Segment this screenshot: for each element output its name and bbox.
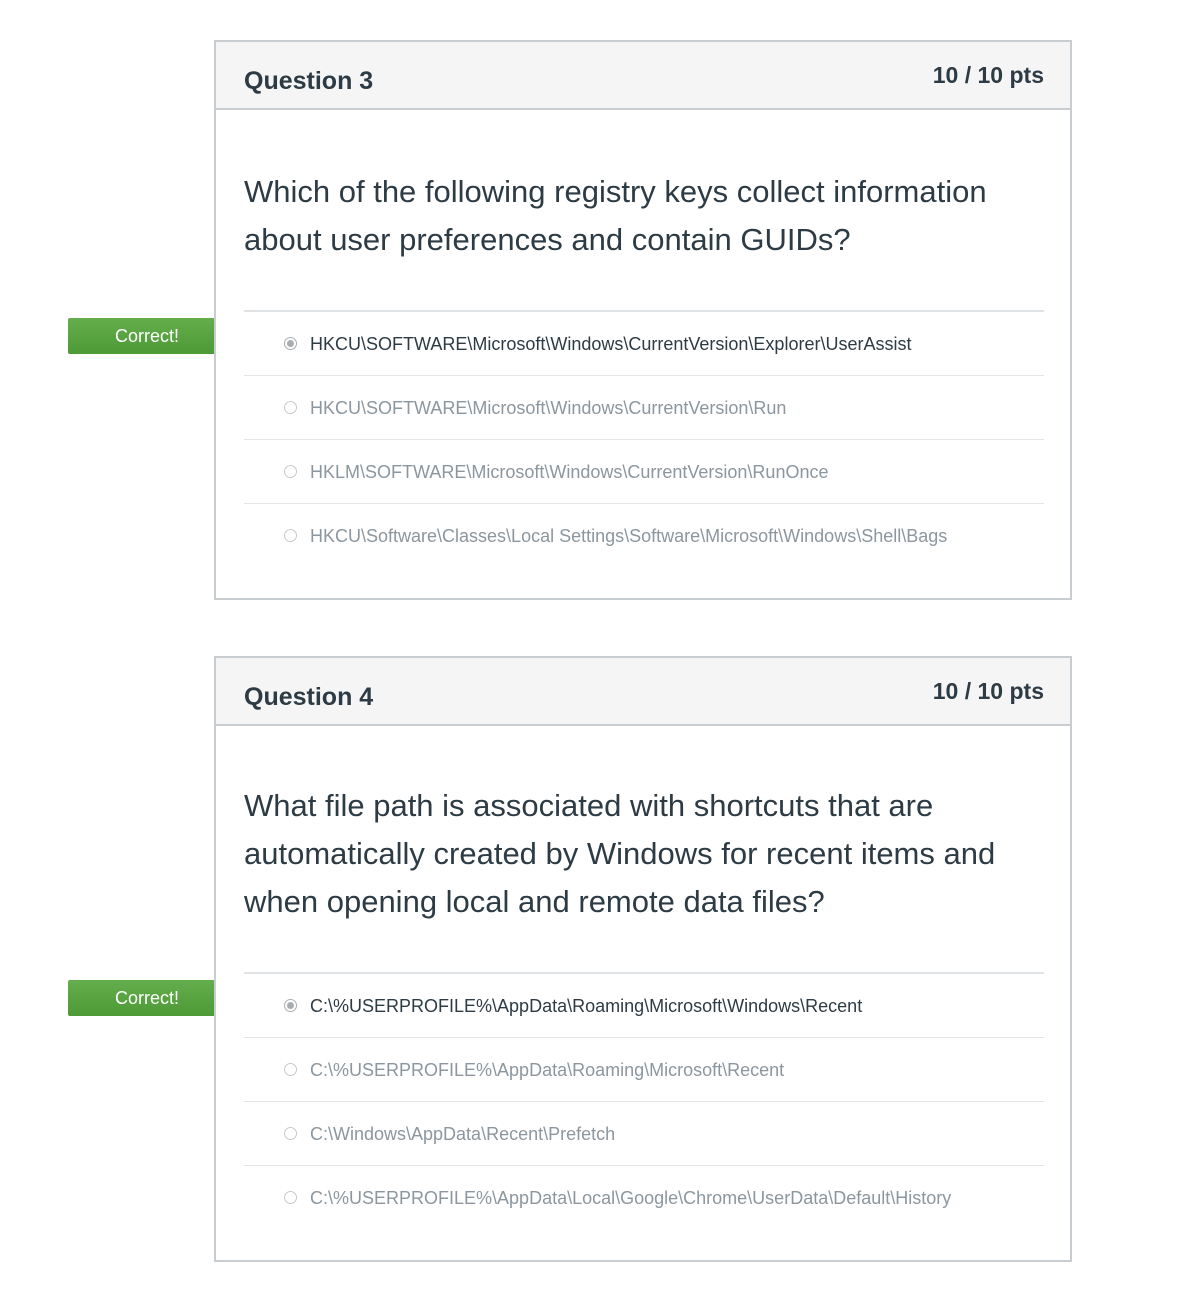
correct-answer-flag: Correct!: [68, 980, 234, 1016]
question-title: Question 3: [244, 67, 374, 95]
radio-empty-icon: [284, 1191, 297, 1204]
quiz-results-page: Correct! Question 3 10 / 10 pts Which of…: [0, 0, 1178, 1296]
question-card: Question 3 10 / 10 pts Which of the foll…: [214, 40, 1072, 600]
answer-label: HKCU\SOFTWARE\Microsoft\Windows\CurrentV…: [310, 334, 912, 354]
question-card: Question 4 10 / 10 pts What file path is…: [214, 656, 1072, 1262]
correct-answer-flag: Correct!: [68, 318, 234, 354]
answer-option: C:\%USERPROFILE%\AppData\Roaming\Microso…: [244, 974, 1044, 1038]
answer-list: C:\%USERPROFILE%\AppData\Roaming\Microso…: [244, 972, 1044, 1230]
question-points: 10 / 10 pts: [932, 62, 1044, 88]
answer-list: HKCU\SOFTWARE\Microsoft\Windows\CurrentV…: [244, 310, 1044, 568]
radio-empty-icon: [284, 1063, 297, 1076]
radio-empty-icon: [284, 465, 297, 478]
correct-flag-label: Correct!: [114, 988, 179, 1008]
radio-selected-icon: [284, 337, 297, 350]
answer-option: HKLM\SOFTWARE\Microsoft\Windows\CurrentV…: [244, 440, 1044, 504]
radio-selected-icon: [284, 999, 297, 1012]
answer-option: C:\%USERPROFILE%\AppData\Roaming\Microso…: [244, 1038, 1044, 1102]
radio-empty-icon: [284, 1127, 297, 1140]
answer-option: C:\%USERPROFILE%\AppData\Local\Google\Ch…: [244, 1166, 1044, 1230]
question-header: Question 3 10 / 10 pts: [216, 42, 1070, 110]
answer-label: HKLM\SOFTWARE\Microsoft\Windows\CurrentV…: [310, 462, 829, 482]
answer-label: C:\%USERPROFILE%\AppData\Roaming\Microso…: [310, 1060, 785, 1080]
answer-option: HKCU\SOFTWARE\Microsoft\Windows\CurrentV…: [244, 312, 1044, 376]
question-text: Which of the following registry keys col…: [244, 174, 987, 257]
answer-label: C:\%USERPROFILE%\AppData\Roaming\Microso…: [310, 996, 863, 1016]
question-text: What file path is associated with shortc…: [244, 788, 996, 919]
answer-option: HKCU\SOFTWARE\Microsoft\Windows\CurrentV…: [244, 376, 1044, 440]
answer-label: HKCU\Software\Classes\Local Settings\Sof…: [310, 526, 948, 546]
radio-empty-icon: [284, 529, 297, 542]
answer-label: HKCU\SOFTWARE\Microsoft\Windows\CurrentV…: [310, 398, 787, 418]
radio-empty-icon: [284, 401, 297, 414]
answer-label: C:\%USERPROFILE%\AppData\Local\Google\Ch…: [310, 1188, 952, 1208]
question-points: 10 / 10 pts: [932, 678, 1044, 704]
answer-label: C:\Windows\AppData\Recent\Prefetch: [310, 1124, 616, 1144]
answer-option: C:\Windows\AppData\Recent\Prefetch: [244, 1102, 1044, 1166]
question-title: Question 4: [244, 683, 374, 711]
answer-option: HKCU\Software\Classes\Local Settings\Sof…: [244, 504, 1044, 568]
question-header: Question 4 10 / 10 pts: [216, 658, 1070, 726]
correct-flag-label: Correct!: [114, 326, 179, 346]
